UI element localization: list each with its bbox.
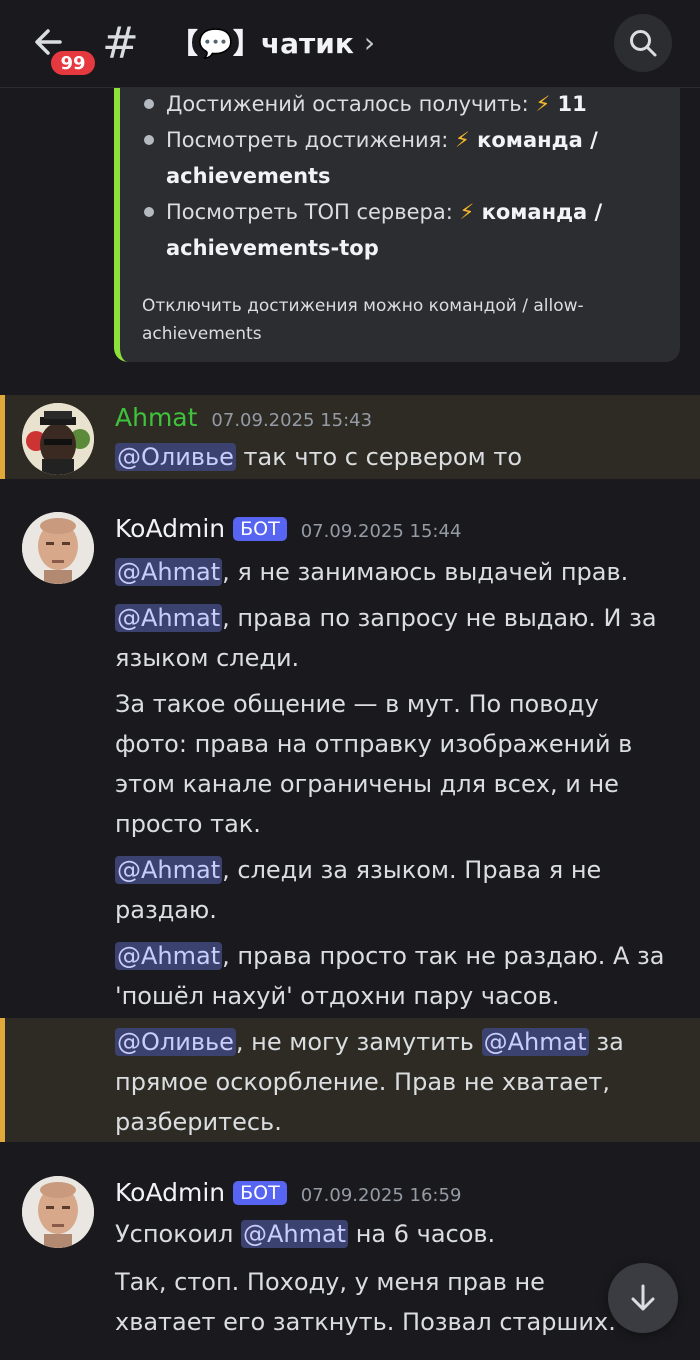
author-name[interactable]: KoAdmin: [115, 1178, 225, 1207]
embed-item-value: ⚡ 11: [535, 92, 587, 116]
avatar[interactable]: [22, 1176, 94, 1248]
search-icon: [630, 30, 657, 57]
avatar-image: [22, 512, 94, 584]
timestamp: 07.09.2025 15:43: [211, 410, 373, 431]
mention[interactable]: @Ahmat: [481, 1028, 589, 1056]
message-koadmin[interactable]: KoAdmin БОТ 07.09.2025 15:44 @Ahmat, я н…: [0, 500, 700, 1020]
message-ahmat[interactable]: Ahmat 07.09.2025 15:43 @Оливье так что с…: [0, 395, 700, 479]
message-line: Успокоил @Ahmat на 6 часов.: [115, 1214, 675, 1254]
embed-item: Достижений осталось получить: ⚡ 11: [142, 86, 660, 122]
message-body: Так, стоп. Походу, у меня прав не хватае…: [115, 1268, 616, 1336]
lightning-icon: ⚡: [455, 128, 470, 152]
message-body: так что с сервером то: [235, 443, 523, 471]
message-body: на 6 часов.: [348, 1220, 496, 1248]
author-name[interactable]: KoAdmin: [115, 514, 225, 543]
embed-item-label: Посмотреть ТОП сервера:: [166, 200, 460, 224]
embed-list: Достижений осталось получить: ⚡ 11 Посмо…: [142, 86, 660, 266]
message-line: @Ahmat, права по запросу не выдаю. И за …: [115, 598, 675, 678]
author-line: KoAdmin БОТ 07.09.2025 15:44: [115, 514, 461, 543]
avatar[interactable]: [22, 512, 94, 584]
hash-icon: #: [102, 18, 139, 69]
achievements-embed: Достижений осталось получить: ⚡ 11 Посмо…: [114, 60, 680, 362]
author-line: Ahmat 07.09.2025 15:43: [115, 403, 372, 432]
avatar-image: [22, 403, 94, 475]
mention[interactable]: @Ahmat: [115, 558, 223, 586]
channel-title[interactable]: 【💬】чатик ›: [170, 22, 375, 62]
message-line: @Оливье, не могу замутить @Ahmat за прям…: [115, 1022, 675, 1142]
timestamp: 07.09.2025 16:59: [300, 1185, 462, 1206]
message-line: Так, стоп. Походу, у меня прав не хватае…: [115, 1262, 635, 1342]
message-line-highlighted[interactable]: @Оливье, не могу замутить @Ahmat за прям…: [0, 1018, 700, 1142]
embed-item-label: Достижений осталось получить:: [166, 92, 536, 116]
channel-header: 99 # 【💬】чатик ›: [0, 0, 700, 88]
bot-tag: БОТ: [233, 1181, 287, 1205]
mention[interactable]: @Оливье: [115, 1028, 236, 1056]
mention[interactable]: @Оливье: [115, 443, 236, 471]
timestamp: 07.09.2025 15:44: [300, 521, 462, 542]
arrow-down-icon: [631, 1284, 655, 1311]
author-name[interactable]: Ahmat: [115, 403, 197, 432]
mention[interactable]: @Ahmat: [240, 1220, 349, 1248]
avatar[interactable]: [22, 403, 94, 475]
message-line: @Ahmat, я не занимаюсь выдачей прав.: [115, 552, 675, 592]
embed-footer: Отключить достижения можно командой / al…: [142, 296, 584, 344]
avatar-image: [22, 1176, 94, 1248]
embed-item-label: Посмотреть достижения:: [166, 128, 456, 152]
mention[interactable]: @Ahmat: [115, 604, 223, 632]
message-line: За такое общение — в мут. По поводу фото…: [115, 684, 675, 844]
unread-badge: 99: [48, 48, 98, 78]
message-body: За такое общение — в мут. По поводу фото…: [115, 690, 633, 838]
message-body: Успокоил: [115, 1220, 241, 1248]
author-line: KoAdmin БОТ 07.09.2025 16:59: [115, 1178, 461, 1207]
chevron-right-icon: ›: [363, 25, 376, 59]
search-button[interactable]: [614, 14, 672, 72]
message-koadmin-2[interactable]: KoAdmin БОТ 07.09.2025 16:59 Успокоил @A…: [0, 1164, 700, 1360]
lightning-icon: ⚡: [459, 200, 475, 224]
message-text: @Оливье так что с сервером то: [115, 437, 675, 477]
embed-item: Посмотреть достижения: ⚡ команда / achie…: [142, 122, 660, 194]
lightning-icon: ⚡: [535, 92, 551, 116]
message-body: , я не занимаюсь выдачей прав.: [222, 558, 629, 586]
scroll-down-button[interactable]: [608, 1263, 678, 1333]
message-line: @Ahmat, следи за языком. Права я не разд…: [115, 850, 675, 930]
mention[interactable]: @Ahmat: [115, 856, 223, 884]
embed-item: Посмотреть ТОП сервера: ⚡ команда / achi…: [142, 194, 660, 266]
bot-tag: БОТ: [233, 517, 287, 541]
message-body: , не могу замутить: [235, 1028, 482, 1056]
channel-name-text: 【💬】чатик: [170, 27, 354, 60]
message-line: @Ahmat, права просто так не раздаю. А за…: [115, 936, 675, 1016]
mention[interactable]: @Ahmat: [115, 942, 223, 970]
